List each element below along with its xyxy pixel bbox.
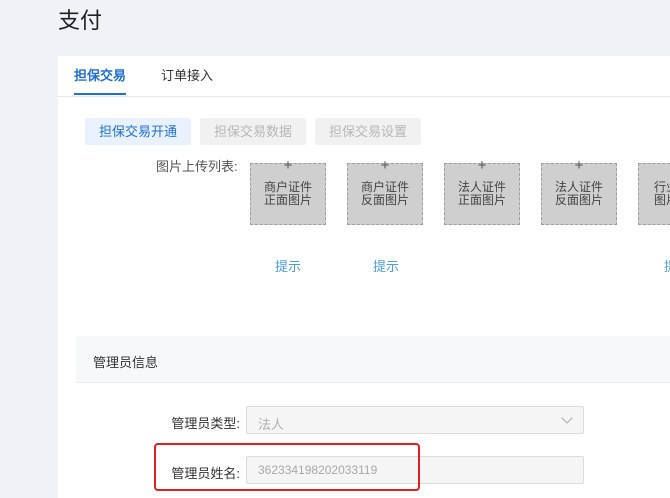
- subtab-guarantee-data[interactable]: 担保交易数据: [200, 118, 307, 145]
- plus-icon: +: [380, 157, 390, 174]
- plus-icon: +: [477, 157, 487, 174]
- upload-text-line2: 图片: [654, 193, 670, 207]
- upload-text-line2: 反面图片: [360, 193, 409, 207]
- admin-type-select[interactable]: 法人: [246, 406, 584, 434]
- payment-card: 担保交易 订单接入 担保交易开通 担保交易数据 担保交易设置 图片上传列表: +…: [58, 56, 670, 498]
- admin-name-input[interactable]: [246, 456, 584, 484]
- hint-link[interactable]: 提示: [275, 256, 301, 275]
- upload-text-line2: 反面图片: [554, 193, 603, 207]
- upload-legal-id-front[interactable]: + 法人证件 正面图片: [444, 158, 520, 225]
- admin-name-label: 管理员姓名:: [171, 466, 240, 481]
- page-title: 支付: [58, 8, 103, 33]
- upload-list-label: 图片上传列表:: [156, 159, 238, 174]
- upload-text-line2: 正面图片: [457, 193, 506, 207]
- upload-merchant-id-back[interactable]: + 商户证件 反面图片: [347, 158, 423, 225]
- section-title: 管理员信息: [93, 355, 159, 370]
- upload-text-line2: 正面图片: [263, 193, 312, 207]
- plus-icon: +: [574, 157, 584, 174]
- admin-type-value: 法人: [258, 417, 285, 432]
- subtab-open-guarantee[interactable]: 担保交易开通: [85, 118, 192, 145]
- subtab-guarantee-settings[interactable]: 担保交易设置: [315, 118, 422, 145]
- admin-section-header: 管理员信息: [76, 336, 670, 383]
- tab-guarantee-trade[interactable]: 担保交易: [74, 56, 127, 95]
- upload-merchant-id-front[interactable]: + 商户证件 正面图片: [250, 158, 326, 225]
- hint-link[interactable]: 提示: [373, 256, 399, 275]
- chevron-down-icon: [561, 412, 573, 424]
- admin-type-label: 管理员类型:: [171, 416, 240, 431]
- upload-industry-image[interactable]: 行业图片: [638, 163, 670, 225]
- hint-link[interactable]: 提: [664, 256, 670, 275]
- upload-legal-id-back[interactable]: + 法人证件 反面图片: [541, 158, 617, 225]
- tab-bar: 担保交易 订单接入: [58, 56, 670, 97]
- tab-order-access[interactable]: 订单接入: [161, 56, 213, 94]
- plus-icon: +: [283, 157, 293, 174]
